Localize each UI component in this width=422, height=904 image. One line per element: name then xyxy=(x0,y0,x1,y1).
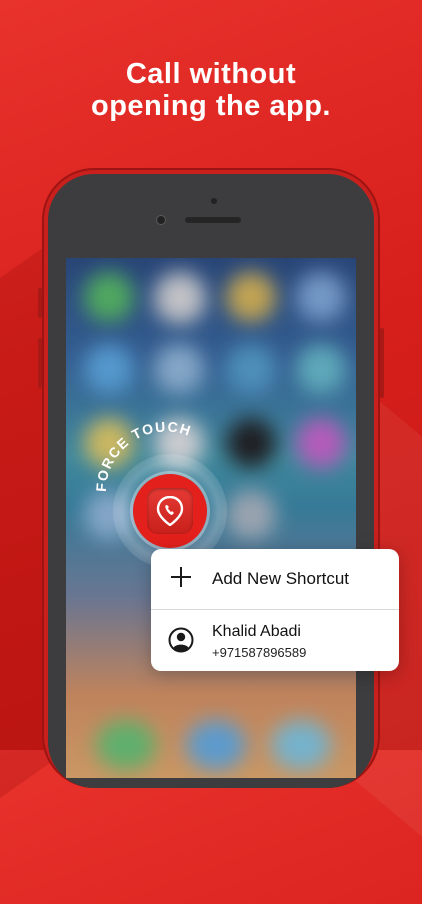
earpiece-speaker xyxy=(185,217,241,223)
front-camera xyxy=(156,215,166,225)
app-icon[interactable] xyxy=(147,488,193,534)
shortcut-menu: Add New Shortcut Khalid Abadi +971587896… xyxy=(151,549,399,671)
phone-side-button xyxy=(380,328,384,398)
phone-pin-icon xyxy=(156,496,184,526)
headline-line-2: opening the app. xyxy=(91,90,331,122)
sensor-dot xyxy=(211,198,217,204)
add-new-shortcut-label: Add New Shortcut xyxy=(212,569,350,588)
person-circle-icon xyxy=(168,627,194,653)
headline: Call without opening the app. xyxy=(0,58,422,122)
contact-name: Khalid Abadi xyxy=(212,623,301,640)
headline-line-1: Call without xyxy=(125,58,297,90)
plus-icon xyxy=(171,567,191,587)
add-new-shortcut-item[interactable]: Add New Shortcut xyxy=(151,549,399,610)
phone-side-button xyxy=(38,338,42,388)
phone-side-button xyxy=(38,288,42,318)
contact-shortcut-item[interactable]: Khalid Abadi +971587896589 xyxy=(151,609,399,671)
contact-phone: +971587896589 xyxy=(212,645,307,660)
